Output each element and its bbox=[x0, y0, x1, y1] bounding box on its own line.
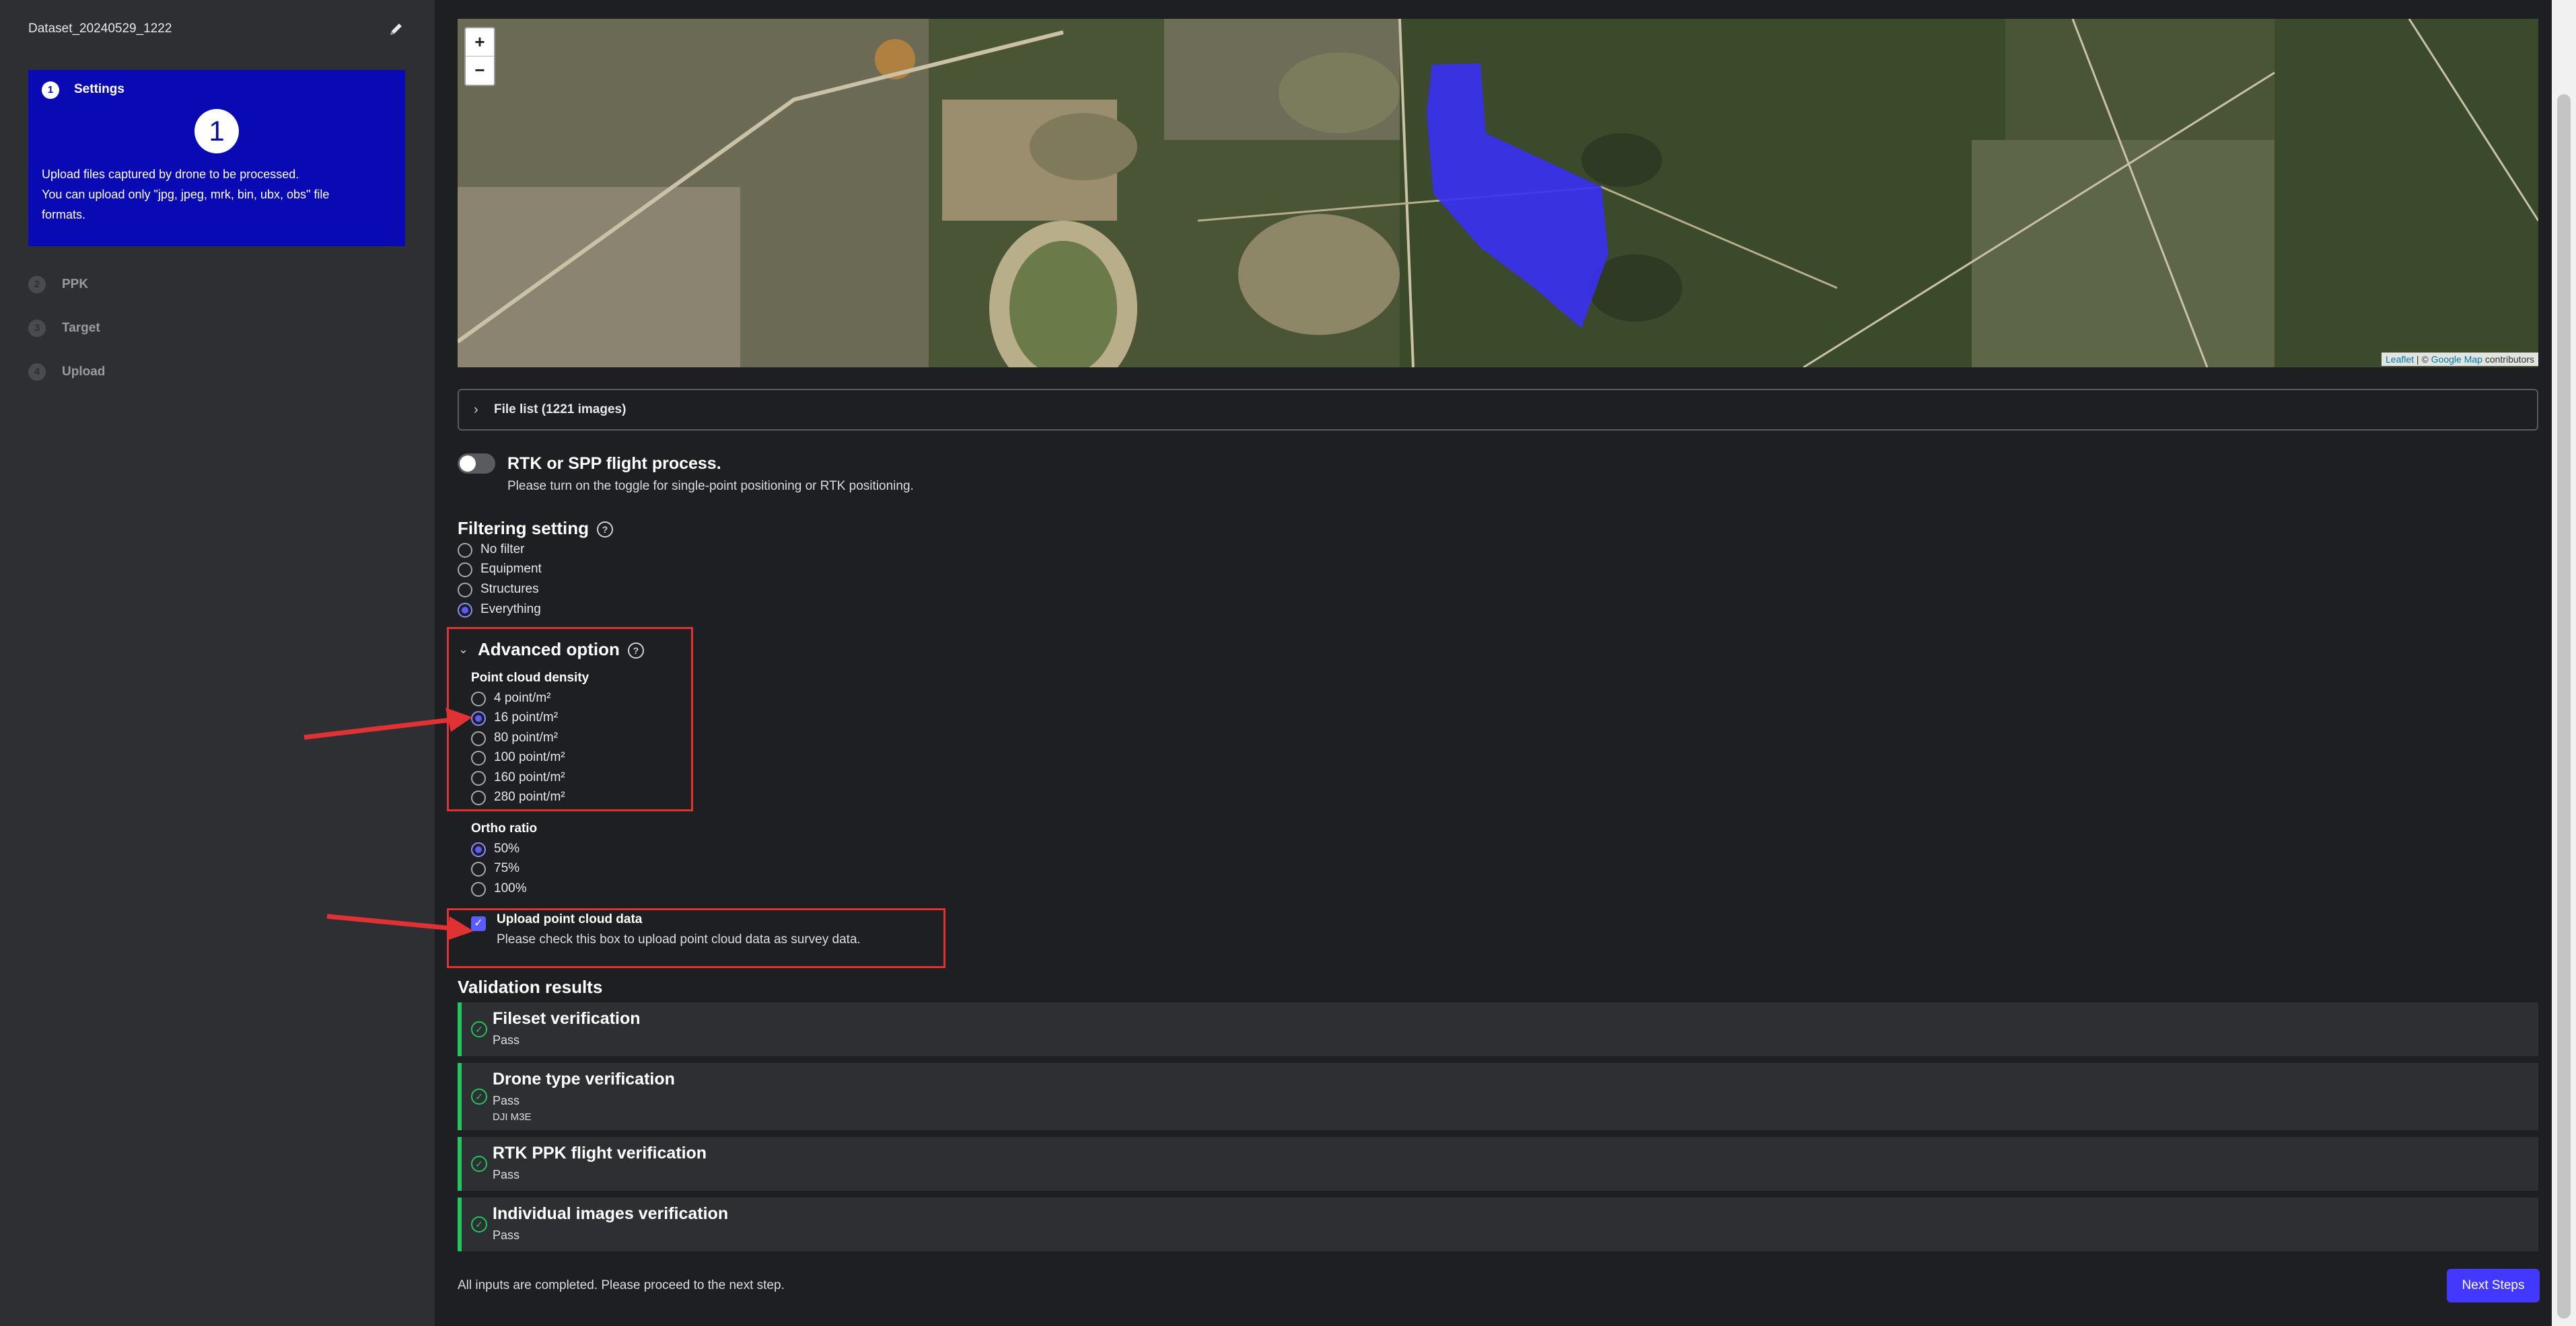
radio-label: 160 point/m² bbox=[494, 770, 565, 784]
step-index-badge: 2 bbox=[28, 276, 46, 293]
chevron-down-icon[interactable]: ⌄ bbox=[458, 642, 468, 657]
validation-item-status: Pass bbox=[493, 1168, 520, 1181]
file-list-accordion[interactable]: › File list (1221 images) bbox=[458, 389, 2538, 431]
radio-button[interactable] bbox=[458, 583, 472, 597]
radio-button[interactable] bbox=[471, 751, 486, 766]
step-label: Target bbox=[62, 321, 100, 335]
sidebar-step-target[interactable]: 3 Target bbox=[28, 317, 230, 340]
validation-title: Validation results bbox=[458, 977, 603, 997]
dataset-title-row: Dataset_20240529_1222 bbox=[28, 19, 405, 43]
next-steps-button[interactable]: Next Steps bbox=[2447, 1269, 2540, 1302]
step-index-badge: 4 bbox=[28, 363, 46, 381]
edit-pencil-icon[interactable] bbox=[386, 20, 405, 39]
zoom-in-button[interactable]: + bbox=[466, 28, 494, 57]
radio-button[interactable] bbox=[471, 790, 486, 805]
validation-item-title: Drone type verification bbox=[493, 1070, 675, 1089]
validation-item-status: Pass bbox=[493, 1094, 520, 1107]
radio-label: 100% bbox=[494, 881, 527, 895]
step-description-line: Upload files captured by drone to be pro… bbox=[42, 168, 299, 181]
scrollbar-thumb[interactable] bbox=[2557, 94, 2571, 1319]
attribution-separator: | © bbox=[2414, 354, 2431, 365]
google-map-link[interactable]: Google Map bbox=[2431, 354, 2482, 365]
radio-button-selected[interactable] bbox=[471, 842, 486, 857]
advanced-title-text: Advanced option bbox=[478, 639, 620, 659]
leaflet-link[interactable]: Leaflet bbox=[2386, 354, 2414, 365]
help-icon[interactable]: ? bbox=[597, 521, 613, 538]
completion-message: All inputs are completed. Please proceed… bbox=[458, 1278, 785, 1292]
upload-point-cloud-subtitle: Please check this box to upload point cl… bbox=[497, 932, 861, 947]
advanced-title[interactable]: Advanced option? bbox=[478, 639, 644, 660]
density-title: Point cloud density bbox=[471, 671, 589, 685]
radio-label: 100 point/m² bbox=[494, 750, 565, 764]
rtk-title: RTK or SPP flight process. bbox=[507, 454, 721, 473]
filtering-title-text: Filtering setting bbox=[458, 518, 589, 538]
file-list-label: File list (1221 images) bbox=[494, 402, 627, 416]
radio-button[interactable] bbox=[458, 562, 472, 577]
validation-item-rtk-ppk: ✓ RTK PPK flight verification Pass bbox=[458, 1137, 2538, 1191]
annotation-arrow-icon bbox=[303, 708, 472, 740]
validation-item-individual-images: ✓ Individual images verification Pass bbox=[458, 1198, 2538, 1251]
toggle-knob bbox=[460, 455, 476, 472]
radio-label: Structures bbox=[480, 582, 539, 596]
radio-label: Equipment bbox=[480, 562, 542, 576]
radio-label: 50% bbox=[494, 842, 520, 856]
validation-item-detail: DJI M3E bbox=[493, 1111, 532, 1123]
radio-button-selected[interactable] bbox=[458, 603, 472, 618]
rtk-subtitle: Please turn on the toggle for single-poi… bbox=[507, 479, 914, 493]
validation-item-status: Pass bbox=[493, 1033, 520, 1047]
map-imagery bbox=[458, 19, 2538, 367]
annotation-arrow-icon bbox=[326, 914, 474, 941]
validation-item-title: Fileset verification bbox=[493, 1009, 641, 1028]
attribution-contributors: contributors bbox=[2482, 354, 2534, 365]
step-description-line: You can upload only "jpg, jpeg, mrk, bin… bbox=[42, 188, 330, 201]
map-zoom-control: + − bbox=[464, 27, 495, 86]
chevron-right-icon: › bbox=[474, 402, 478, 417]
check-circle-icon: ✓ bbox=[471, 1089, 487, 1105]
validation-item-fileset: ✓ Fileset verification Pass bbox=[458, 1002, 2538, 1056]
validation-item-status: Pass bbox=[493, 1228, 520, 1242]
radio-label: 16 point/m² bbox=[494, 710, 559, 725]
radio-label: 4 point/m² bbox=[494, 691, 551, 705]
validation-item-drone-type: ✓ Drone type verification Pass DJI M3E bbox=[458, 1063, 2538, 1130]
check-circle-icon: ✓ bbox=[471, 1021, 487, 1037]
radio-label: No filter bbox=[480, 542, 525, 556]
radio-label: Everything bbox=[480, 602, 541, 616]
radio-button[interactable] bbox=[471, 882, 486, 897]
radio-label: 280 point/m² bbox=[494, 790, 565, 804]
radio-button[interactable] bbox=[458, 543, 472, 558]
check-circle-icon: ✓ bbox=[471, 1156, 487, 1172]
satellite-map[interactable] bbox=[458, 19, 2538, 367]
sidebar: Dataset_20240529_1222 1 Settings 1 Uploa… bbox=[0, 0, 435, 1326]
rtk-toggle[interactable] bbox=[458, 453, 495, 474]
validation-item-title: RTK PPK flight verification bbox=[493, 1144, 707, 1163]
step-description-line: formats. bbox=[42, 208, 86, 221]
radio-button[interactable] bbox=[471, 862, 486, 877]
help-icon[interactable]: ? bbox=[627, 642, 644, 659]
zoom-out-button[interactable]: − bbox=[466, 57, 494, 84]
sidebar-step-ppk[interactable]: 2 PPK bbox=[28, 273, 230, 296]
step-label: PPK bbox=[62, 277, 89, 291]
filtering-title: Filtering setting? bbox=[458, 518, 613, 539]
validation-item-title: Individual images verification bbox=[493, 1204, 729, 1223]
radio-button[interactable] bbox=[471, 692, 486, 706]
step-index-badge: 3 bbox=[28, 320, 46, 337]
step-description: Upload files captured by drone to be pro… bbox=[42, 164, 398, 225]
radio-button[interactable] bbox=[471, 771, 486, 786]
map-attribution: Leaflet | © Google Map contributors bbox=[2382, 353, 2538, 366]
ortho-title: Ortho ratio bbox=[471, 821, 538, 836]
radio-label: 80 point/m² bbox=[494, 731, 559, 745]
dataset-name: Dataset_20240529_1222 bbox=[28, 22, 172, 36]
step-label: Settings bbox=[74, 82, 124, 96]
upload-point-cloud-title: Upload point cloud data bbox=[497, 912, 643, 926]
sidebar-step-upload[interactable]: 4 Upload bbox=[28, 361, 230, 383]
step-big-number: 1 bbox=[194, 109, 239, 153]
step-card-settings[interactable]: 1 Settings 1 Upload files captured by dr… bbox=[28, 70, 405, 246]
step-label: Upload bbox=[62, 365, 106, 379]
step-index-badge: 1 bbox=[42, 81, 59, 99]
check-circle-icon: ✓ bbox=[471, 1216, 487, 1232]
radio-label: 75% bbox=[494, 861, 520, 875]
